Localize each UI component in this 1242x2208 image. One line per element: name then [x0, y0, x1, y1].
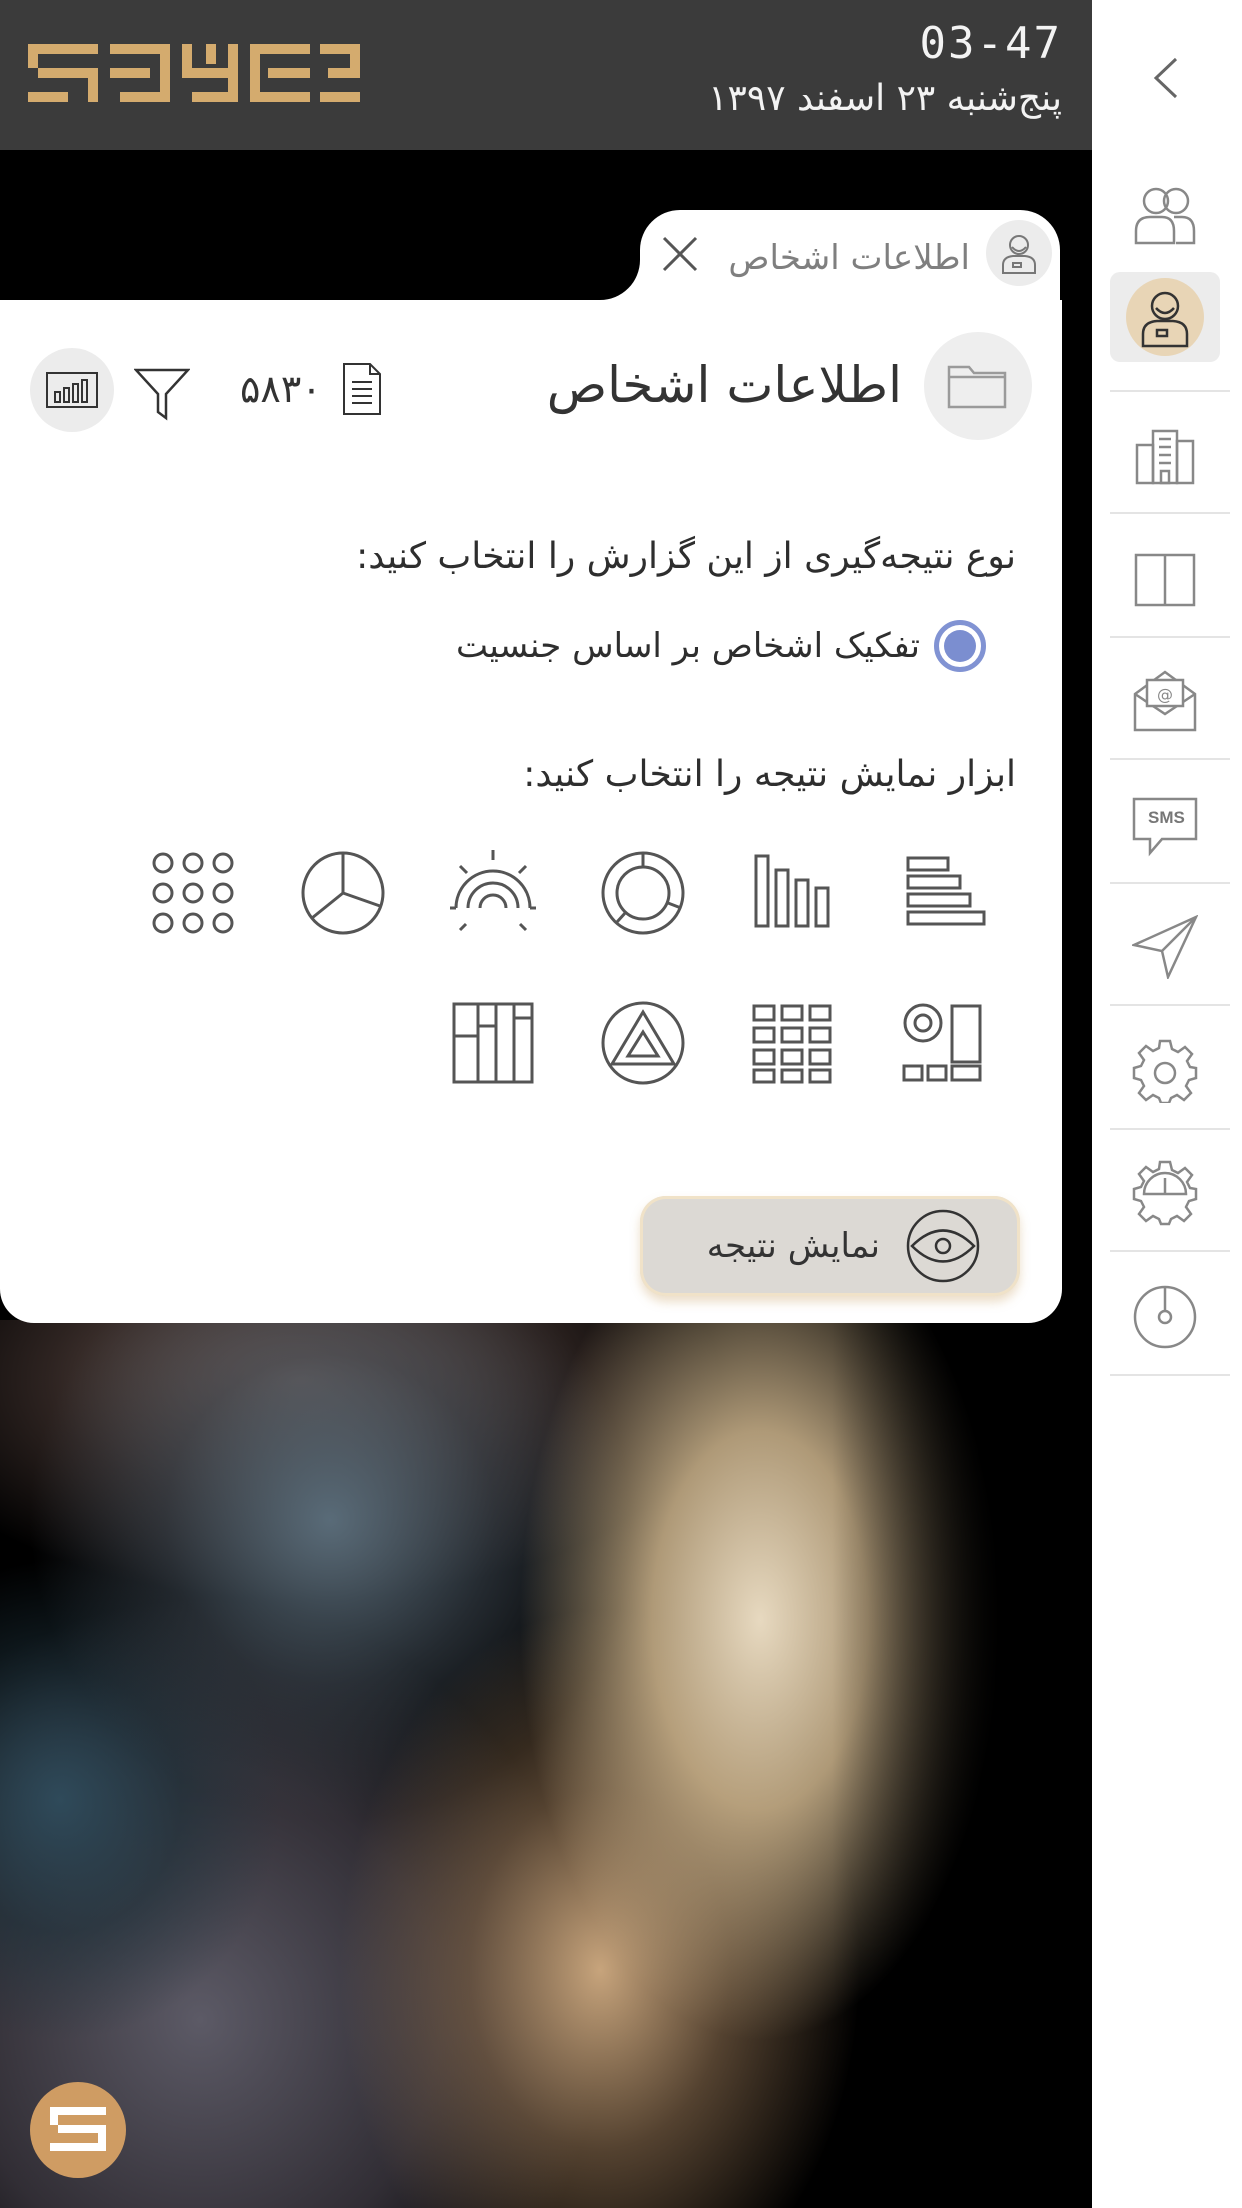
app-logo-button[interactable] — [30, 2082, 126, 2178]
panel-title: اطلاعات اشخاص — [546, 356, 902, 414]
close-icon[interactable] — [660, 234, 700, 274]
viz-tool-question: ابزار نمایش نتیجه را انتخاب کنید: — [523, 754, 1016, 795]
bar-chart-icon — [46, 372, 98, 408]
send-icon[interactable] — [1110, 912, 1220, 982]
dot-matrix-icon[interactable] — [148, 848, 238, 938]
sms-icon[interactable]: SMS — [1110, 792, 1220, 862]
eye-icon — [906, 1209, 980, 1283]
pie-chart-icon[interactable] — [298, 848, 388, 938]
svg-text:@: @ — [1157, 685, 1173, 704]
treemap-icon[interactable] — [448, 998, 538, 1088]
sms-text: SMS — [1148, 808, 1185, 827]
tab-corner — [600, 260, 640, 300]
folder-button[interactable] — [924, 332, 1032, 440]
back-icon[interactable] — [1110, 48, 1220, 108]
layout-icon[interactable] — [1110, 545, 1220, 615]
sidebar-divider — [1110, 512, 1230, 514]
tab-persons[interactable]: اطلاعات اشخاص — [640, 210, 1060, 310]
gauge-chart-icon[interactable] — [448, 848, 538, 938]
report-panel: اطلاعات اشخاص ۵۸۳۰ نوع نتیجه‌گیری از این… — [0, 300, 1062, 1323]
record-count: ۵۸۳۰ — [240, 362, 382, 416]
tab-label: اطلاعات اشخاص — [728, 238, 970, 278]
record-count-value: ۵۸۳۰ — [240, 367, 322, 411]
filter-icon[interactable] — [134, 366, 190, 422]
power-icon[interactable] — [1110, 1282, 1220, 1352]
person-icon — [986, 220, 1052, 286]
show-result-button[interactable]: نمایش نتیجه — [640, 1196, 1020, 1296]
gender-radio[interactable] — [934, 620, 986, 672]
sidebar-divider — [1110, 390, 1230, 392]
vertical-bar-chart-icon[interactable] — [748, 848, 838, 938]
bubble-grid-icon[interactable] — [898, 998, 988, 1088]
pyramid-chart-icon[interactable] — [598, 998, 688, 1088]
sidebar-divider — [1110, 1250, 1230, 1252]
sidebar-divider — [1110, 1374, 1230, 1376]
clock: 03-47 — [919, 18, 1062, 69]
folder-icon — [947, 365, 1007, 409]
sidebar-divider — [1110, 758, 1230, 760]
date: پنج‌شنبه ۲۳ اسفند ۱۳۹۷ — [708, 78, 1062, 119]
person-icon — [1126, 278, 1204, 356]
email-icon[interactable]: @ — [1110, 665, 1220, 735]
table-grid-icon[interactable] — [748, 998, 838, 1088]
sidebar: @ SMS — [1092, 0, 1242, 2208]
document-icon — [342, 363, 381, 415]
sidebar-divider — [1110, 1128, 1230, 1130]
top-bar: 03-47 پنج‌شنبه ۲۳ اسفند ۱۳۹۷ — [0, 0, 1092, 150]
result-type-question: نوع نتیجه‌گیری از این گزارش را انتخاب کن… — [356, 536, 1016, 577]
sidebar-divider — [1110, 1004, 1230, 1006]
horizontal-bar-chart-icon[interactable] — [898, 848, 988, 938]
gender-option-label: تفکیک اشخاص بر اساس جنسیت — [456, 626, 920, 666]
sidebar-divider — [1110, 882, 1230, 884]
gender-option[interactable]: تفکیک اشخاص بر اساس جنسیت — [456, 620, 986, 672]
settings-icon[interactable] — [1110, 1035, 1220, 1105]
brand-logo — [28, 44, 360, 102]
donut-chart-icon[interactable] — [598, 848, 688, 938]
building-icon[interactable] — [1110, 420, 1220, 490]
chart-view-button[interactable] — [30, 348, 114, 432]
sidebar-item-persons[interactable] — [1110, 272, 1220, 362]
gauge-settings-icon[interactable] — [1110, 1158, 1220, 1228]
show-result-label: نمایش نتیجه — [706, 1226, 880, 1266]
app-logo-icon — [50, 2107, 106, 2151]
sidebar-divider — [1110, 636, 1230, 638]
background-photo — [0, 1320, 1092, 2208]
people-icon[interactable] — [1110, 180, 1220, 250]
